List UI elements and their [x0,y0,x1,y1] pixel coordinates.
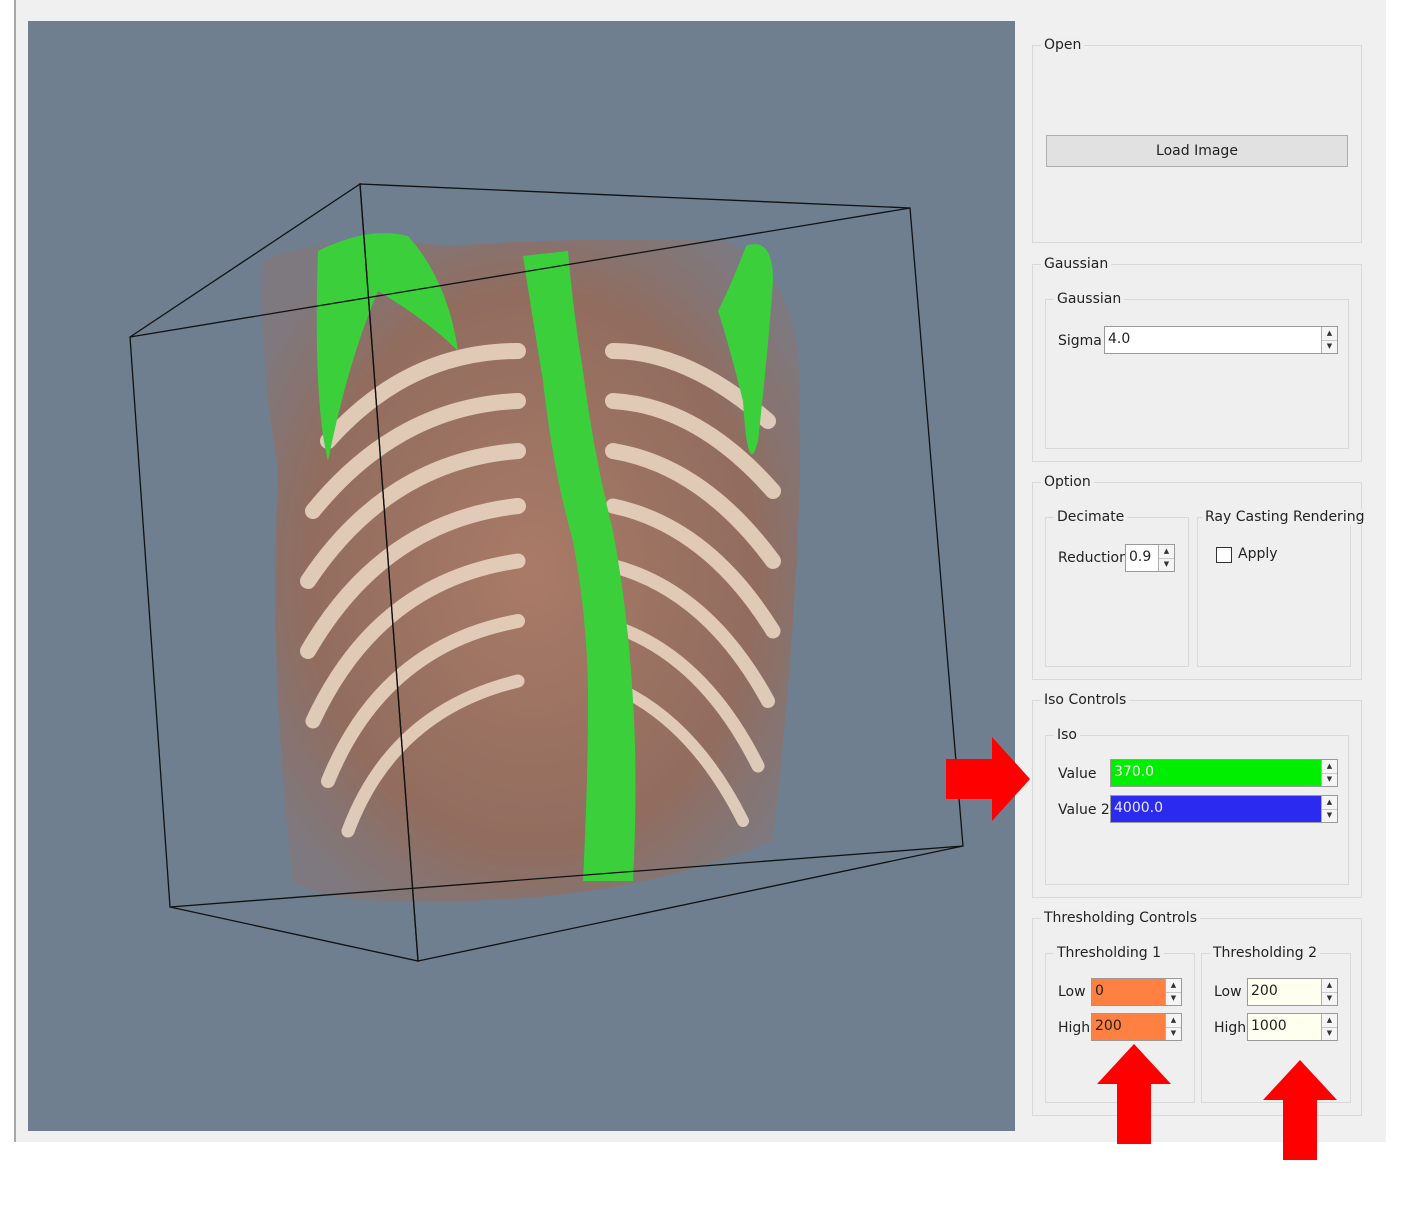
t2-high-stepper[interactable]: ▲ ▼ [1321,1014,1337,1040]
sigma-label: Sigma [1058,333,1102,349]
gaussian-group: Gaussian Gaussian Sigma 4.0 ▲ ▼ [1032,256,1362,462]
spin-down-icon[interactable]: ▼ [1166,991,1181,1006]
spin-up-icon[interactable]: ▲ [1322,979,1337,992]
render-viewport[interactable] [28,21,1015,1131]
decimate-group: Decimate Reduction 0.9 ▲ ▼ [1045,509,1189,667]
open-group-title: Open [1041,37,1085,53]
iso-value2-label: Value 2 [1058,802,1110,818]
volume-render [129,182,964,962]
thresholding-2-title: Thresholding 2 [1210,945,1321,961]
spin-down-icon[interactable]: ▼ [1322,1026,1337,1041]
reduction-value[interactable]: 0.9 [1126,545,1158,571]
t2-low-stepper[interactable]: ▲ ▼ [1321,979,1337,1005]
iso-inner-title: Iso [1054,727,1080,743]
spin-up-icon[interactable]: ▲ [1322,327,1337,340]
sigma-spinbox[interactable]: 4.0 ▲ ▼ [1104,326,1338,354]
raycast-title: Ray Casting Rendering [1202,509,1368,525]
reduction-stepper[interactable]: ▲ ▼ [1158,545,1174,571]
iso-value-stepper[interactable]: ▲ ▼ [1321,760,1337,786]
t1-low-stepper[interactable]: ▲ ▼ [1165,979,1181,1005]
t2-high-label: High [1214,1020,1247,1036]
iso-value-label: Value [1058,766,1097,782]
open-group: Open Load Image [1032,37,1362,243]
spin-up-icon[interactable]: ▲ [1322,1014,1337,1027]
iso-inner-group: Iso Value 370.0 ▲ ▼ Value 2 4000.0 ▲ ▼ [1045,727,1349,885]
apply-checkbox[interactable] [1216,547,1232,563]
decimate-title: Decimate [1054,509,1128,525]
t2-low-label: Low [1214,984,1242,1000]
t2-low-spinbox[interactable]: 200 ▲ ▼ [1247,978,1338,1006]
iso-controls-title: Iso Controls [1041,692,1130,708]
t2-low-value[interactable]: 200 [1248,979,1321,1005]
thresholding-controls-title: Thresholding Controls [1041,910,1200,926]
spin-down-icon[interactable]: ▼ [1322,808,1337,823]
spin-up-icon[interactable]: ▲ [1166,979,1181,992]
apply-label[interactable]: Apply [1238,546,1278,562]
load-image-button[interactable]: Load Image [1046,135,1348,167]
spin-down-icon[interactable]: ▼ [1322,772,1337,787]
spin-up-icon[interactable]: ▲ [1166,1014,1181,1027]
t1-high-value[interactable]: 200 [1092,1014,1165,1040]
t2-high-value[interactable]: 1000 [1248,1014,1321,1040]
iso-value[interactable]: 370.0 [1111,760,1321,786]
arrow-right-annotation-icon [946,737,1030,821]
spin-up-icon[interactable]: ▲ [1322,796,1337,809]
option-group: Option Decimate Reduction 0.9 ▲ ▼ Ray Ca… [1032,474,1368,680]
reduction-spinbox[interactable]: 0.9 ▲ ▼ [1125,544,1175,572]
control-panel: Open Load Image Gaussian Gaussian Sigma … [1032,21,1368,1131]
spin-down-icon[interactable]: ▼ [1159,557,1174,572]
gaussian-inner-group: Gaussian Sigma 4.0 ▲ ▼ [1045,291,1349,449]
iso-value2-stepper[interactable]: ▲ ▼ [1321,796,1337,822]
raycast-group: Ray Casting Rendering Apply [1197,509,1368,667]
iso-value2-spinbox[interactable]: 4000.0 ▲ ▼ [1110,795,1338,823]
t1-high-stepper[interactable]: ▲ ▼ [1165,1014,1181,1040]
sigma-value[interactable]: 4.0 [1105,327,1321,353]
t1-high-label: High [1058,1020,1091,1036]
gaussian-inner-title: Gaussian [1054,291,1125,307]
t2-high-spinbox[interactable]: 1000 ▲ ▼ [1247,1013,1338,1041]
option-group-title: Option [1041,474,1094,490]
spin-down-icon[interactable]: ▼ [1166,1026,1181,1041]
sigma-stepper[interactable]: ▲ ▼ [1321,327,1337,353]
spin-up-icon[interactable]: ▲ [1159,545,1174,558]
iso-controls-group: Iso Controls Iso Value 370.0 ▲ ▼ Value 2… [1032,692,1362,898]
thresholding-1-title: Thresholding 1 [1054,945,1165,961]
reduction-label: Reduction [1058,550,1128,566]
spin-down-icon[interactable]: ▼ [1322,991,1337,1006]
iso-value2[interactable]: 4000.0 [1111,796,1321,822]
arrow-up-annotation-icon [1263,1060,1337,1160]
t1-low-spinbox[interactable]: 0 ▲ ▼ [1091,978,1182,1006]
t1-high-spinbox[interactable]: 200 ▲ ▼ [1091,1013,1182,1041]
spin-down-icon[interactable]: ▼ [1322,339,1337,354]
t1-low-label: Low [1058,984,1086,1000]
iso-value-spinbox[interactable]: 370.0 ▲ ▼ [1110,759,1338,787]
arrow-up-annotation-icon [1097,1044,1171,1144]
gaussian-group-title: Gaussian [1041,256,1112,272]
spin-up-icon[interactable]: ▲ [1322,760,1337,773]
t1-low-value[interactable]: 0 [1092,979,1165,1005]
